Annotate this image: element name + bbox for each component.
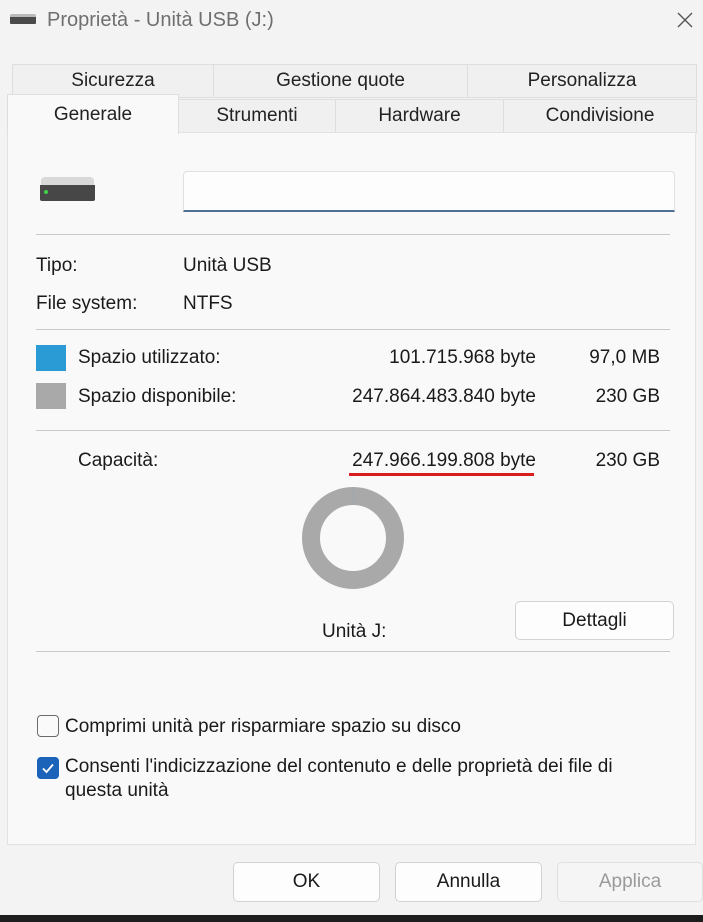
usage-donut-chart bbox=[302, 487, 404, 589]
taskbar-strip bbox=[0, 915, 703, 922]
cancel-button[interactable]: Annulla bbox=[395, 862, 542, 902]
index-label-line2: questa unità bbox=[65, 780, 169, 801]
details-button[interactable]: Dettagli bbox=[515, 601, 674, 640]
free-space-ring bbox=[302, 487, 404, 589]
filesystem-label: File system: bbox=[36, 293, 138, 314]
filesystem-value: NTFS bbox=[183, 293, 233, 314]
capacity-highlight-underline bbox=[349, 473, 534, 476]
type-value: Unità USB bbox=[183, 255, 272, 276]
index-checkbox[interactable] bbox=[37, 757, 59, 779]
usb-drive-icon bbox=[10, 14, 36, 24]
window-title: Proprietà - Unità USB (J:) bbox=[47, 9, 274, 31]
title-bar: Proprietà - Unità USB (J:) bbox=[0, 0, 703, 42]
free-space-bytes: 247.864.483.840 byte bbox=[352, 386, 536, 407]
separator bbox=[36, 329, 670, 330]
tab-strumenti[interactable]: Strumenti bbox=[178, 99, 336, 133]
tab-generale[interactable]: Generale bbox=[7, 94, 179, 134]
used-space-swatch bbox=[36, 345, 66, 371]
index-label-line1: Consenti l'indicizzazione del contenuto … bbox=[65, 756, 613, 777]
free-space-swatch bbox=[36, 383, 66, 409]
type-label: Tipo: bbox=[36, 255, 78, 276]
checkmark-icon bbox=[42, 763, 54, 774]
tab-sicurezza[interactable]: Sicurezza bbox=[12, 64, 214, 98]
tab-personalizza[interactable]: Personalizza bbox=[467, 64, 697, 98]
capacity-label: Capacità: bbox=[78, 450, 159, 471]
separator bbox=[36, 651, 670, 652]
apply-button[interactable]: Applica bbox=[557, 862, 703, 902]
capacity-bytes: 247.966.199.808 byte bbox=[352, 450, 536, 471]
tab-gestione-quote[interactable]: Gestione quote bbox=[213, 64, 468, 98]
usb-drive-icon bbox=[40, 177, 95, 202]
ok-button[interactable]: OK bbox=[233, 862, 380, 902]
drive-name-input[interactable] bbox=[183, 171, 675, 212]
tab-condivisione[interactable]: Condivisione bbox=[503, 99, 697, 133]
close-icon bbox=[677, 12, 693, 28]
tab-hardware[interactable]: Hardware bbox=[335, 99, 504, 133]
compress-label: Comprimi unità per risparmiare spazio su… bbox=[65, 716, 461, 737]
used-space-size: 97,0 MB bbox=[589, 347, 660, 368]
separator bbox=[36, 430, 670, 431]
free-space-label: Spazio disponibile: bbox=[78, 386, 237, 407]
close-button[interactable] bbox=[668, 4, 702, 36]
used-space-label: Spazio utilizzato: bbox=[78, 347, 221, 368]
used-space-bytes: 101.715.968 byte bbox=[389, 347, 536, 368]
separator bbox=[36, 234, 670, 235]
free-space-size: 230 GB bbox=[595, 386, 660, 407]
drive-label: Unità J: bbox=[322, 621, 387, 642]
compress-checkbox[interactable] bbox=[37, 715, 59, 737]
capacity-size: 230 GB bbox=[595, 450, 660, 471]
